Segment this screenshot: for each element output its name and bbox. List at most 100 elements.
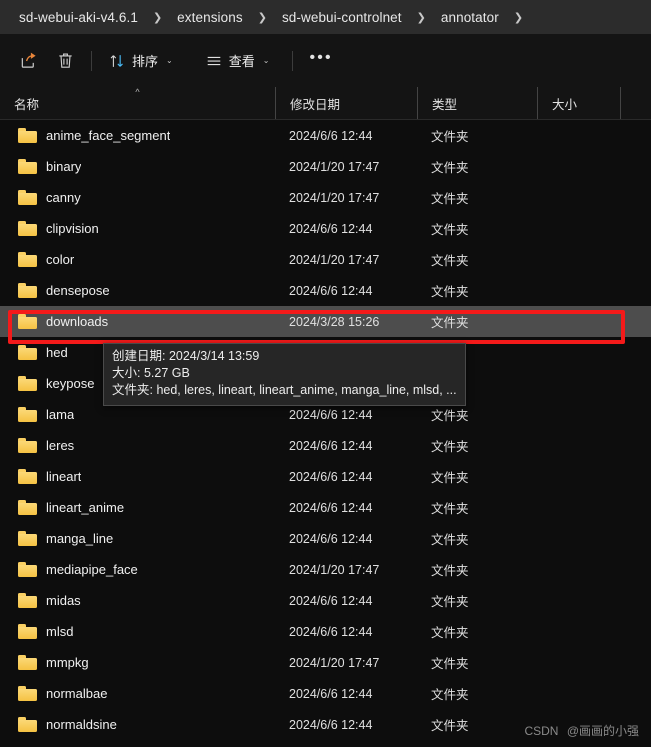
- watermark-author: @画画的小强: [566, 724, 639, 738]
- folder-icon: [18, 500, 37, 515]
- file-row-name-cell: midas: [0, 593, 275, 608]
- file-type: 文件夹: [431, 409, 469, 423]
- file-name-label: lama: [46, 407, 75, 422]
- file-row-name-cell: mlsd: [0, 624, 275, 639]
- breadcrumb-bar: sd-webui-aki-v4.6.1 ❯ extensions ❯ sd-we…: [0, 0, 651, 34]
- file-type: 文件夹: [431, 161, 469, 175]
- column-header-row: 名称 ^ 修改日期 类型 大小: [0, 87, 651, 120]
- file-name-label: manga_line: [46, 531, 114, 546]
- share-button[interactable]: [10, 45, 47, 77]
- file-row-name-cell: lineart: [0, 469, 275, 484]
- file-type: 文件夹: [431, 471, 469, 485]
- file-row[interactable]: midas 2024/6/6 12:44 文件夹: [0, 585, 651, 616]
- column-header-size[interactable]: 大小: [537, 87, 620, 119]
- file-row-name-cell: mediapipe_face: [0, 562, 275, 577]
- file-name-label: normalbae: [46, 686, 108, 701]
- file-row[interactable]: mlsd 2024/6/6 12:44 文件夹: [0, 616, 651, 647]
- file-name-label: midas: [46, 593, 81, 608]
- file-row-name-cell: normaldsine: [0, 717, 275, 732]
- file-row-name-cell: color: [0, 252, 275, 267]
- file-row-name-cell: canny: [0, 190, 275, 205]
- file-name-label: mlsd: [46, 624, 74, 639]
- list-lines-icon: [205, 52, 223, 70]
- column-header-date-label: 修改日期: [290, 97, 341, 112]
- file-type: 文件夹: [431, 719, 469, 733]
- folder-icon: [18, 159, 37, 174]
- file-row[interactable]: mediapipe_face 2024/1/20 17:47 文件夹: [0, 554, 651, 585]
- file-modified-date: 2024/1/20 17:47: [289, 655, 380, 670]
- file-type: 文件夹: [431, 564, 469, 578]
- file-name-label: normaldsine: [46, 717, 117, 732]
- file-row[interactable]: anime_face_segment 2024/6/6 12:44 文件夹: [0, 120, 651, 151]
- folder-icon: [18, 717, 37, 732]
- folder-icon: [18, 128, 37, 143]
- file-name-label: clipvision: [46, 221, 99, 236]
- file-name-label: lineart_anime: [46, 500, 125, 515]
- breadcrumb-separator-trailing[interactable]: ❯: [504, 11, 533, 24]
- file-row[interactable]: manga_line 2024/6/6 12:44 文件夹: [0, 523, 651, 554]
- breadcrumb-separator[interactable]: ❯: [143, 11, 172, 24]
- file-type: 文件夹: [431, 626, 469, 640]
- file-type: 文件夹: [431, 192, 469, 206]
- file-modified-date: 2024/6/6 12:44: [289, 128, 373, 143]
- file-row[interactable]: clipvision 2024/6/6 12:44 文件夹: [0, 213, 651, 244]
- folder-icon: [18, 314, 37, 329]
- file-row-name-cell: downloads: [0, 314, 275, 329]
- watermark: CSDN @画画的小强: [524, 722, 639, 739]
- ellipsis-icon: •••: [309, 49, 333, 66]
- file-row-name-cell: binary: [0, 159, 275, 174]
- chevron-down-icon: ⌄: [262, 55, 270, 65]
- file-row[interactable]: mmpkg 2024/1/20 17:47 文件夹: [0, 647, 651, 678]
- file-row[interactable]: lineart 2024/6/6 12:44 文件夹: [0, 461, 651, 492]
- file-row-name-cell: manga_line: [0, 531, 275, 546]
- column-header-name[interactable]: 名称 ^: [0, 87, 275, 119]
- folder-icon: [18, 531, 37, 546]
- column-header-date[interactable]: 修改日期: [275, 87, 417, 119]
- file-row[interactable]: binary 2024/1/20 17:47 文件夹: [0, 151, 651, 182]
- column-header-name-label: 名称: [14, 97, 40, 112]
- breadcrumb-separator[interactable]: ❯: [407, 11, 436, 24]
- file-row[interactable]: normalbae 2024/6/6 12:44 文件夹: [0, 678, 651, 709]
- folder-icon: [18, 624, 37, 639]
- file-row[interactable]: densepose 2024/6/6 12:44 文件夹: [0, 275, 651, 306]
- breadcrumb-item-controlnet[interactable]: sd-webui-controlnet: [277, 7, 407, 28]
- column-header-filler: [620, 87, 651, 119]
- folder-icon: [18, 283, 37, 298]
- file-row-name-cell: lineart_anime: [0, 500, 275, 515]
- file-type: 文件夹: [431, 657, 469, 671]
- file-row[interactable]: lineart_anime 2024/6/6 12:44 文件夹: [0, 492, 651, 523]
- breadcrumb-separator[interactable]: ❯: [248, 11, 277, 24]
- file-row[interactable]: canny 2024/1/20 17:47 文件夹: [0, 182, 651, 213]
- file-row[interactable]: leres 2024/6/6 12:44 文件夹: [0, 430, 651, 461]
- file-modified-date: 2024/1/20 17:47: [289, 190, 380, 205]
- folder-icon: [18, 221, 37, 236]
- tooltip-folders: 文件夹: hed, leres, lineart, lineart_anime,…: [112, 383, 457, 397]
- view-button-label: 查看: [228, 54, 255, 69]
- folder-icon: [18, 345, 37, 360]
- folder-icon: [18, 190, 37, 205]
- breadcrumb-item-annotator[interactable]: annotator: [436, 7, 504, 28]
- column-header-type[interactable]: 类型: [417, 87, 537, 119]
- sort-button[interactable]: 排序 ⌄: [99, 45, 182, 77]
- file-modified-date: 2024/6/6 12:44: [289, 717, 373, 732]
- folder-icon: [18, 407, 37, 422]
- folder-icon: [18, 562, 37, 577]
- delete-button[interactable]: [47, 45, 84, 77]
- view-button[interactable]: 查看 ⌄: [196, 45, 279, 77]
- file-row[interactable]: color 2024/1/20 17:47 文件夹: [0, 244, 651, 275]
- file-name-label: leres: [46, 438, 75, 453]
- breadcrumb-item-extensions[interactable]: extensions: [172, 7, 248, 28]
- file-modified-date: 2024/6/6 12:44: [289, 283, 373, 298]
- file-modified-date: 2024/6/6 12:44: [289, 438, 373, 453]
- file-name-label: keypose: [46, 376, 95, 391]
- folder-icon: [18, 469, 37, 484]
- sort-arrows-icon: [108, 52, 126, 70]
- file-name-label: densepose: [46, 283, 110, 298]
- trash-icon: [56, 51, 75, 70]
- file-row-name-cell: normalbae: [0, 686, 275, 701]
- more-options-button[interactable]: •••: [300, 45, 341, 77]
- toolbar-divider-2: [292, 50, 294, 71]
- breadcrumb-item-root[interactable]: sd-webui-aki-v4.6.1: [14, 7, 143, 28]
- file-type: 文件夹: [431, 595, 469, 609]
- file-row[interactable]: downloads 2024/3/28 15:26 文件夹: [0, 306, 651, 337]
